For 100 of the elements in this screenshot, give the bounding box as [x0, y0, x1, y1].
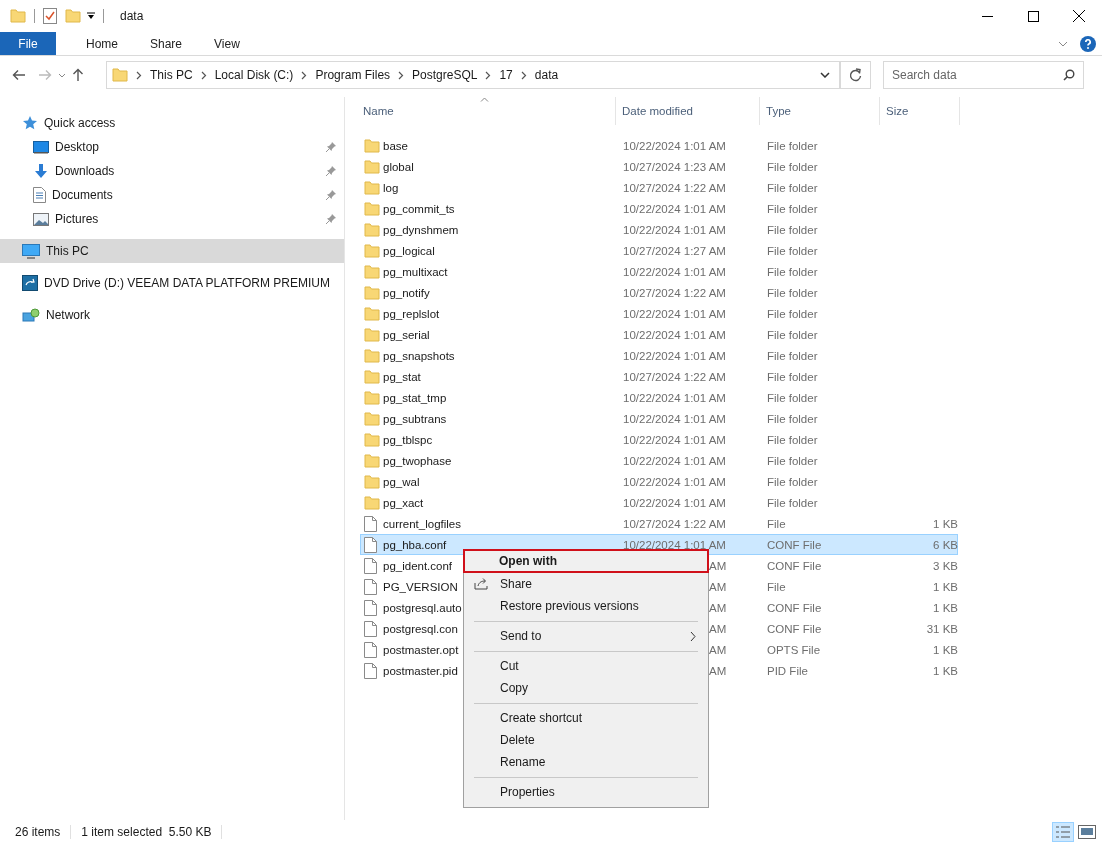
menu-item[interactable]: Copy — [464, 677, 708, 699]
nav-item[interactable]: Pictures — [0, 207, 344, 231]
pin-icon[interactable] — [326, 214, 336, 224]
file-name: postmaster.opt — [383, 643, 459, 656]
address-bar[interactable]: This PC Local Disk (C:) Program Files PostgreSQL 17 data — [106, 61, 841, 89]
menu-item[interactable]: Rename — [464, 751, 708, 773]
search-field[interactable]: Search data — [883, 61, 1084, 89]
ribbon-tab[interactable]: Home — [72, 32, 132, 55]
folder-icon — [364, 306, 380, 321]
file-name: pg_replslot — [383, 307, 440, 320]
date-modified: 10/22/2024 1:01 AM — [623, 454, 726, 467]
file-type: PID File — [767, 664, 808, 677]
column-header[interactable]: Date modified — [616, 97, 760, 125]
folder-icon — [364, 327, 380, 342]
download-arrow-icon — [33, 163, 49, 179]
menu-item[interactable]: Send to — [464, 625, 708, 647]
new-folder-icon — [65, 9, 81, 23]
date-modified: 10/22/2024 1:01 AM — [623, 412, 726, 425]
menu-item[interactable]: Restore previous versions — [464, 595, 708, 617]
date-modified: AM — [709, 622, 727, 635]
menu-item[interactable]: Create shortcut — [464, 707, 708, 729]
date-modified: AM — [709, 559, 727, 572]
nav-item[interactable]: Downloads — [0, 159, 344, 183]
dropdown-caret-icon[interactable] — [87, 12, 95, 20]
column-header[interactable]: Type — [760, 97, 880, 125]
nav-item[interactable]: Quick access — [0, 111, 344, 135]
close-icon — [1073, 10, 1085, 22]
large-icons-view-icon[interactable] — [1078, 825, 1096, 839]
properties-check-icon[interactable] — [43, 8, 57, 24]
column-header[interactable]: Name — [357, 97, 616, 125]
folder-icon — [364, 411, 380, 426]
chevron-down-icon[interactable] — [820, 72, 830, 78]
menu-item[interactable]: Open with — [463, 549, 709, 573]
breadcrumb-segment[interactable]: This PC — [150, 68, 193, 82]
breadcrumb-segment[interactable]: 17 — [499, 68, 513, 82]
column-header[interactable]: Size — [880, 97, 960, 125]
recent-locations-caret-icon[interactable] — [58, 72, 66, 78]
nav-item[interactable]: This PC — [0, 239, 344, 263]
refresh-icon — [849, 68, 862, 82]
file-icon — [364, 578, 377, 595]
file-type: File folder — [767, 370, 818, 383]
file-type: CONF File — [767, 601, 822, 614]
nav-item[interactable]: Desktop — [0, 135, 344, 159]
folder-icon — [364, 285, 380, 300]
file-type: File folder — [767, 181, 818, 194]
pin-icon[interactable] — [326, 166, 336, 176]
up-arrow-icon[interactable] — [72, 68, 84, 82]
date-modified: 10/27/2024 1:22 AM — [623, 370, 726, 383]
date-modified: 10/22/2024 1:01 AM — [623, 139, 726, 152]
breadcrumb-segment[interactable]: Program Files — [315, 68, 391, 82]
menu-item[interactable]: Delete — [464, 729, 708, 751]
file-name: base — [383, 139, 408, 152]
file-type: CONF File — [767, 559, 822, 572]
file-size: 1 KB — [933, 664, 958, 677]
pin-icon[interactable] — [326, 142, 336, 152]
chevron-right-icon — [485, 70, 492, 80]
file-size: 3 KB — [933, 559, 958, 572]
file-type: File folder — [767, 496, 818, 509]
breadcrumb-segment[interactable]: data — [534, 68, 559, 82]
refresh-button[interactable] — [841, 61, 871, 89]
back-arrow-icon[interactable] — [12, 69, 26, 81]
folder-icon — [364, 474, 380, 489]
chevron-right-icon — [200, 70, 207, 80]
file-name: pg_logical — [383, 244, 435, 257]
folder-icon — [112, 68, 128, 82]
file-name: current_logfiles — [383, 517, 461, 530]
folder-icon — [364, 390, 380, 405]
file-type: File folder — [767, 475, 818, 488]
breadcrumb-segment[interactable]: PostgreSQL — [412, 68, 478, 82]
ribbon-tab[interactable]: File — [0, 32, 56, 55]
chevron-right-icon — [136, 70, 142, 80]
file-icon — [364, 662, 377, 679]
file-type: File folder — [767, 433, 818, 446]
folder-icon — [364, 159, 380, 174]
help-icon[interactable] — [1080, 35, 1096, 52]
breadcrumb-segment[interactable]: Local Disk (C:) — [214, 68, 294, 82]
menu-item[interactable]: Cut — [464, 655, 708, 677]
file-icon — [364, 620, 377, 637]
chevron-right-icon — [301, 70, 308, 80]
nav-item[interactable]: Documents — [0, 183, 344, 207]
disc-drive-icon — [22, 275, 38, 291]
pin-icon[interactable] — [326, 190, 336, 200]
file-type: CONF File — [767, 538, 822, 551]
menu-item[interactable]: Properties — [464, 781, 708, 803]
file-size: 6 KB — [933, 538, 958, 551]
file-type: File folder — [767, 307, 818, 320]
menu-item[interactable]: Share — [464, 573, 708, 595]
network-icon — [22, 307, 40, 323]
minimize-icon — [981, 15, 993, 17]
ribbon-tab[interactable]: View — [200, 32, 254, 55]
ribbon-tab[interactable]: Share — [136, 32, 197, 55]
nav-item[interactable]: DVD Drive (D:) VEEAM DATA PLATFORM PREMIUM — [0, 271, 344, 295]
folder-icon — [364, 201, 380, 216]
file-name: pg_tblspc — [383, 433, 433, 446]
file-type: File folder — [767, 244, 818, 257]
folder-icon — [364, 222, 380, 237]
file-name: pg_stat — [383, 370, 421, 383]
date-modified: 10/27/2024 1:23 AM — [623, 160, 726, 173]
file-type: File folder — [767, 328, 818, 341]
nav-item[interactable]: Network — [0, 303, 344, 327]
